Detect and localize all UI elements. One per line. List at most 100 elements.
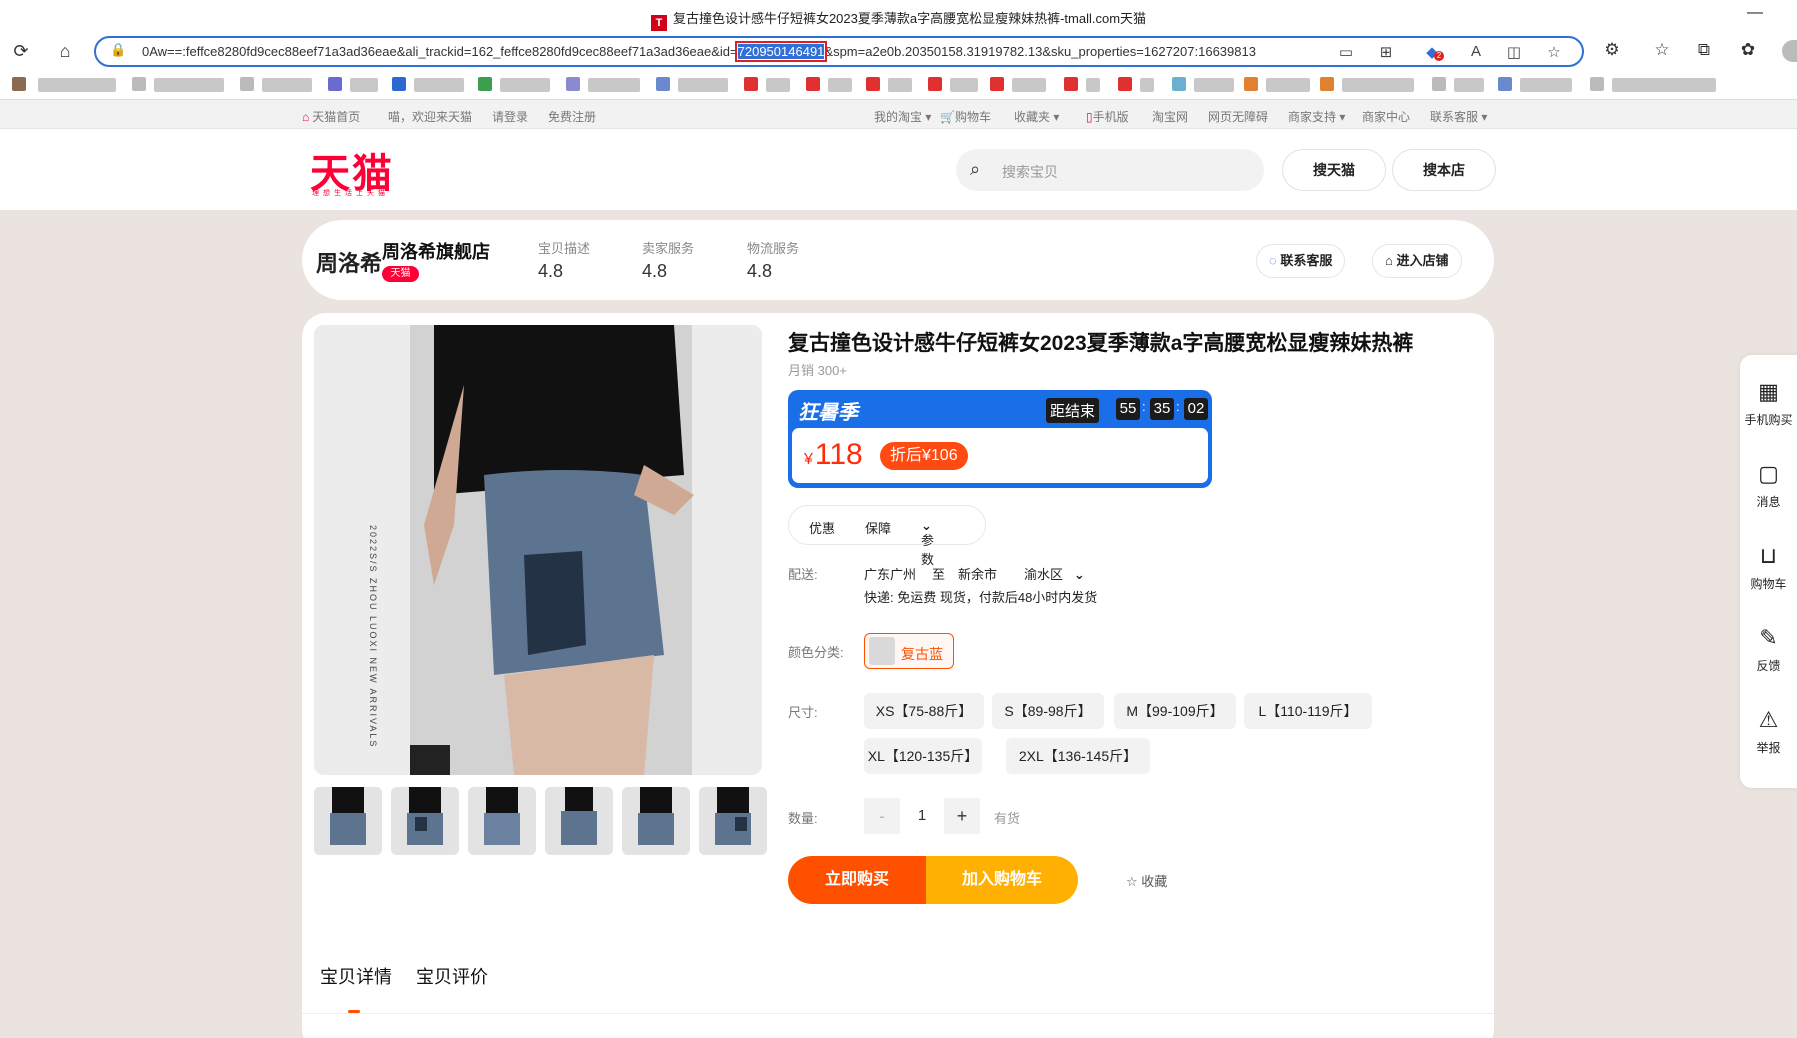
- merchant-center-link[interactable]: 商家中心: [1362, 108, 1410, 125]
- favorites-link[interactable]: 收藏夹 ▾: [1014, 108, 1059, 125]
- bookmark-icon[interactable]: [132, 77, 146, 91]
- thumbnail[interactable]: [391, 787, 459, 855]
- bookmark-icon[interactable]: [1432, 77, 1446, 91]
- profile-avatar[interactable]: [1782, 40, 1797, 62]
- bookmark-icon[interactable]: [12, 77, 26, 91]
- bookmark-item[interactable]: [1612, 78, 1716, 92]
- tab-guarantee[interactable]: 保障: [865, 518, 891, 537]
- tab-details[interactable]: 宝贝详情: [320, 963, 392, 989]
- extensions-icon[interactable]: ⚙: [1600, 40, 1624, 60]
- bookmark-item[interactable]: [678, 78, 728, 92]
- shop-name[interactable]: 周洛希旗舰店: [382, 238, 490, 264]
- report-tool[interactable]: ⚠ 举报: [1740, 707, 1797, 756]
- favorites-icon[interactable]: ☆: [1650, 40, 1674, 60]
- enter-shop-button[interactable]: ⌂ 进入店铺: [1372, 244, 1462, 278]
- messages-tool[interactable]: ▢ 消息: [1740, 461, 1797, 510]
- shop-logo[interactable]: 周洛希: [316, 246, 382, 278]
- bookmark-icon[interactable]: [866, 77, 880, 91]
- bookmark-item[interactable]: [1454, 78, 1484, 92]
- mobile-buy-tool[interactable]: ▦ 手机购买: [1740, 379, 1797, 428]
- tab-offers[interactable]: 优惠: [809, 518, 835, 537]
- contact-service-button[interactable]: ◌ 联系客服: [1256, 244, 1346, 278]
- address-bar[interactable]: 🔒 0Aw==:feffce8280fd9cec88eef71a3ad36eae…: [94, 36, 1584, 67]
- bookmark-item[interactable]: [262, 78, 312, 92]
- split-screen-icon[interactable]: ◫: [1504, 43, 1524, 61]
- favorite-button[interactable]: ☆ 收藏: [1126, 871, 1167, 890]
- cast-icon[interactable]: ▭: [1336, 43, 1356, 61]
- thumbnail[interactable]: [699, 787, 767, 855]
- bookmark-icon[interactable]: [1244, 77, 1258, 91]
- search-shop-button[interactable]: 搜本店: [1392, 149, 1496, 191]
- thumbnail[interactable]: [314, 787, 382, 855]
- thumbnail[interactable]: [622, 787, 690, 855]
- bookmark-icon[interactable]: [566, 77, 580, 91]
- tab-reviews[interactable]: 宝贝评价: [416, 963, 488, 989]
- bookmark-icon[interactable]: [1320, 77, 1334, 91]
- cart-tool[interactable]: ⊔ 购物车: [1740, 543, 1797, 592]
- bookmark-icon[interactable]: [744, 77, 758, 91]
- size-option-s[interactable]: S【89-98斤】: [992, 693, 1104, 729]
- bookmark-icon[interactable]: [1064, 77, 1078, 91]
- thumbnail[interactable]: [468, 787, 536, 855]
- size-option-2xl[interactable]: 2XL【136-145斤】: [1006, 738, 1150, 774]
- search-input[interactable]: ⌕ 搜索宝贝: [956, 149, 1264, 191]
- bookmark-icon[interactable]: [478, 77, 492, 91]
- bookmark-icon[interactable]: [328, 77, 342, 91]
- collections-icon[interactable]: ⧉: [1692, 40, 1716, 60]
- register-link[interactable]: 免费注册: [548, 108, 596, 125]
- quantity-input[interactable]: 1: [902, 798, 942, 834]
- grid-icon[interactable]: ⊞: [1376, 43, 1396, 61]
- product-main-image[interactable]: 2022S/S ZHOU LUOXI NEW ARRIVALS: [314, 325, 762, 775]
- delivery-city[interactable]: 新余市: [958, 564, 997, 583]
- bookmark-icon[interactable]: [806, 77, 820, 91]
- bookmark-icon[interactable]: [1498, 77, 1512, 91]
- merchant-support-link[interactable]: 商家支持 ▾: [1288, 108, 1345, 125]
- login-link[interactable]: 请登录: [492, 108, 528, 125]
- bookmark-icon[interactable]: [1590, 77, 1604, 91]
- size-option-xs[interactable]: XS【75-88斤】: [864, 693, 984, 729]
- bookmark-item[interactable]: [1520, 78, 1572, 92]
- minimize-button[interactable]: —: [1747, 4, 1763, 22]
- bookmark-icon[interactable]: [990, 77, 1004, 91]
- add-to-cart-button[interactable]: 加入购物车: [926, 856, 1078, 904]
- bookmark-item[interactable]: [1194, 78, 1234, 92]
- my-taobao-link[interactable]: 我的淘宝 ▾: [874, 108, 931, 125]
- bookmark-icon[interactable]: [392, 77, 406, 91]
- size-option-l[interactable]: L【110-119斤】: [1244, 693, 1372, 729]
- extension-icon[interactable]: ◆ 2: [1422, 43, 1444, 61]
- refresh-icon[interactable]: ⟳: [8, 38, 34, 64]
- bookmark-icon[interactable]: [656, 77, 670, 91]
- taobao-link[interactable]: 淘宝网: [1152, 108, 1188, 125]
- bookmark-item[interactable]: [888, 78, 912, 92]
- bookmark-item[interactable]: [1012, 78, 1046, 92]
- bookmark-item[interactable]: [766, 78, 790, 92]
- contact-link[interactable]: 联系客服 ▾: [1430, 108, 1487, 125]
- favorite-star-icon[interactable]: ☆: [1544, 43, 1564, 61]
- search-tmall-button[interactable]: 搜天猫: [1282, 149, 1386, 191]
- bookmark-item[interactable]: [154, 78, 224, 92]
- home-icon[interactable]: ⌂: [52, 38, 78, 64]
- cart-link[interactable]: 🛒购物车: [940, 108, 991, 125]
- lock-icon[interactable]: 🔒: [110, 42, 126, 58]
- size-option-xl[interactable]: XL【120-135斤】: [864, 738, 982, 774]
- bookmark-item[interactable]: [950, 78, 978, 92]
- security-icon[interactable]: ✿: [1736, 40, 1760, 60]
- feedback-tool[interactable]: ✎ 反馈: [1740, 625, 1797, 674]
- color-option-retro-blue[interactable]: 复古蓝: [864, 633, 954, 669]
- bookmark-item[interactable]: [500, 78, 550, 92]
- mobile-link[interactable]: ▯手机版: [1086, 108, 1129, 125]
- url-text[interactable]: 0Aw==:feffce8280fd9cec88eef71a3ad36eae&a…: [142, 41, 1256, 62]
- quantity-increase-button[interactable]: +: [944, 798, 980, 834]
- thumbnail[interactable]: [545, 787, 613, 855]
- tmall-home-link[interactable]: ⌂ 天猫首页: [302, 108, 360, 125]
- accessibility-link[interactable]: 网页无障碍: [1208, 108, 1268, 125]
- bookmark-icon[interactable]: [1172, 77, 1186, 91]
- bookmark-item[interactable]: [1140, 78, 1154, 92]
- bookmark-item[interactable]: [1342, 78, 1414, 92]
- quantity-decrease-button[interactable]: -: [864, 798, 900, 834]
- bookmark-item[interactable]: [1086, 78, 1100, 92]
- bookmark-item[interactable]: [828, 78, 852, 92]
- bookmark-icon[interactable]: [1118, 77, 1132, 91]
- bookmark-item[interactable]: [38, 78, 116, 92]
- bookmark-icon[interactable]: [240, 77, 254, 91]
